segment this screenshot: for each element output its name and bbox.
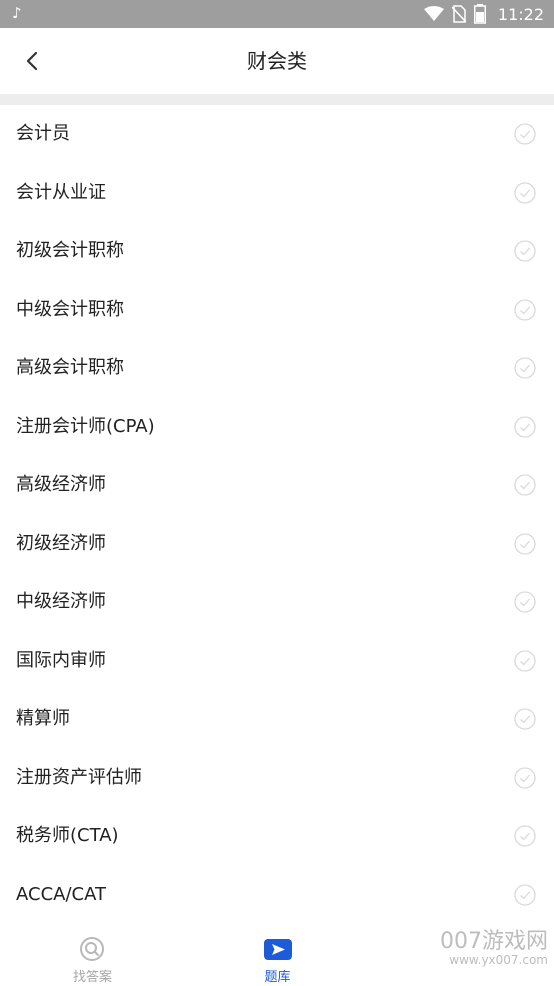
list-item[interactable]: 税务师(CTA) xyxy=(0,807,554,866)
list-item[interactable]: 初级经济师 xyxy=(0,515,554,574)
check-circle-icon xyxy=(514,825,536,847)
check-circle-icon xyxy=(514,883,536,906)
list-item-label: 初级经济师 xyxy=(16,532,106,554)
list-item-label: 初级会计职称 xyxy=(16,240,124,261)
check-circle-icon xyxy=(514,708,536,730)
tab-label: 找答案 xyxy=(72,970,112,985)
list-item[interactable]: 中级会计职称 xyxy=(0,281,554,340)
section-divider xyxy=(0,94,554,105)
status-bar: ♪ 11:22 xyxy=(0,0,554,28)
page-header: 财会类 xyxy=(0,28,554,94)
list-item[interactable]: 会计从业证 xyxy=(0,164,554,223)
check-circle-icon xyxy=(514,591,536,613)
list-item[interactable]: 注册资产评估师 xyxy=(0,749,554,808)
wifi-icon xyxy=(423,6,444,21)
no-sim-icon xyxy=(451,5,466,23)
tab-label: 题库 xyxy=(264,970,291,985)
list-item[interactable]: 高级经济师 xyxy=(0,456,554,515)
tab-question-bank[interactable]: 题库 xyxy=(185,928,370,986)
check-circle-icon xyxy=(514,123,536,145)
list-item[interactable]: ACCA/CAT xyxy=(0,866,554,925)
list-item[interactable]: 初级会计职称 xyxy=(0,222,554,281)
status-icons: 11:22 xyxy=(423,0,544,28)
check-circle-icon xyxy=(514,181,536,204)
check-circle-icon xyxy=(514,474,536,496)
category-list: 会计员 会计从业证 初级会计职称 中级会计职称 高级会计职称 注册会计师(CPA… xyxy=(0,105,554,924)
list-item-label: 税务师(CTA) xyxy=(16,825,119,846)
list-item[interactable]: 中级经济师 xyxy=(0,573,554,632)
send-icon xyxy=(263,939,292,960)
check-circle-icon xyxy=(514,532,536,555)
list-item[interactable]: 国际内审师 xyxy=(0,632,554,691)
battery-icon xyxy=(473,4,486,24)
list-item[interactable]: 注册会计师(CPA) xyxy=(0,398,554,457)
check-circle-icon xyxy=(514,240,536,262)
tab-find-answer[interactable]: 找答案 xyxy=(0,928,185,986)
list-item-label: 高级会计职称 xyxy=(16,357,124,378)
list-item-label: 会计从业证 xyxy=(16,181,106,203)
list-item-label: 中级会计职称 xyxy=(16,298,124,320)
page-title: 财会类 xyxy=(247,49,307,73)
list-item-label: 国际内审师 xyxy=(16,649,106,671)
list-item-label: ACCA/CAT xyxy=(16,883,106,905)
list-item-label: 会计员 xyxy=(16,123,70,144)
search-icon xyxy=(79,937,104,961)
check-circle-icon xyxy=(514,298,536,321)
watermark-url: www.yx007.com xyxy=(449,953,548,968)
list-item-label: 注册资产评估师 xyxy=(16,766,142,788)
check-circle-icon xyxy=(514,415,536,438)
list-item[interactable]: 高级会计职称 xyxy=(0,339,554,398)
list-item[interactable]: 会计员 xyxy=(0,105,554,164)
list-item-label: 精算师 xyxy=(16,708,70,729)
check-circle-icon xyxy=(514,766,536,789)
watermark-text: 007游戏网 xyxy=(440,929,548,954)
list-item-label: 中级经济师 xyxy=(16,591,106,612)
tiktok-notification-icon: ♪ xyxy=(12,4,22,22)
check-circle-icon xyxy=(514,649,536,672)
list-item-label: 注册会计师(CPA) xyxy=(16,415,155,437)
site-watermark: 007游戏网 www.yx007.com xyxy=(440,929,548,968)
check-circle-icon xyxy=(514,357,536,379)
status-time: 11:22 xyxy=(497,4,544,24)
list-item-label: 高级经济师 xyxy=(16,474,106,495)
list-item[interactable]: 精算师 xyxy=(0,690,554,749)
